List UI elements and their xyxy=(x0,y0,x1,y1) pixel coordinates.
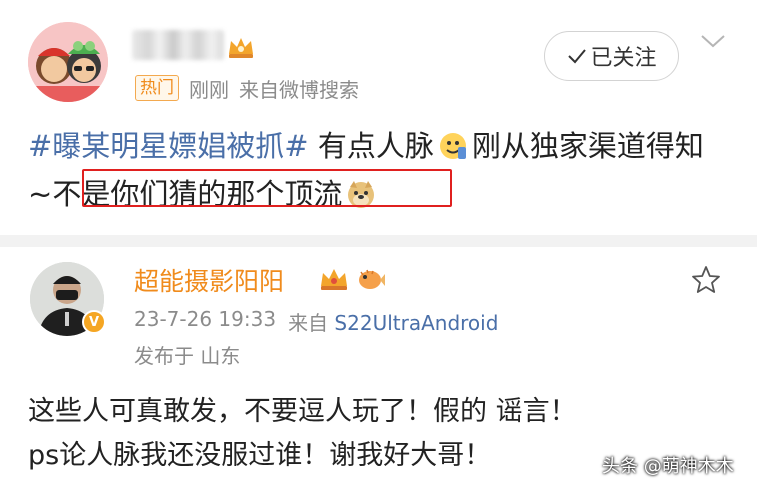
comment-source-prefix: 来自 xyxy=(288,311,329,335)
v-verified-icon: V xyxy=(82,310,106,334)
hashtag-link[interactable]: #曝某明星嫖娼被抓# xyxy=(28,129,309,163)
watermark: 头条 @萌神木木 xyxy=(602,456,734,477)
poster-avatar[interactable] xyxy=(28,22,108,102)
contact-emoji-icon xyxy=(439,133,466,159)
hot-badge: 热门 xyxy=(135,75,179,101)
comment-line-1: 这些人可真敢发，不要逗人玩了！假的 谣言！ xyxy=(28,396,577,427)
post-text-1: 有点人脉 xyxy=(308,129,434,163)
follow-label: 已关注 xyxy=(590,46,657,71)
comment-device[interactable]: S22UltraAndroid xyxy=(334,311,498,335)
blowfish-icon xyxy=(359,269,385,289)
followed-button[interactable]: 已关注 xyxy=(544,31,679,81)
comment-datetime: 23-7-26 19:33 xyxy=(134,307,277,331)
crown-icon xyxy=(229,38,253,58)
section-divider xyxy=(0,235,757,247)
post-meta: 热门 刚刚 来自微博搜索 xyxy=(135,74,359,102)
star-icon[interactable] xyxy=(690,264,722,296)
post-time: 刚刚 xyxy=(189,77,229,102)
check-icon xyxy=(568,49,587,64)
commenter-name[interactable]: 超能摄影阳阳 xyxy=(134,262,284,298)
post-source: 来自微博搜索 xyxy=(239,77,359,102)
comment-meta: 23-7-26 19:33 来自 S22UltraAndroid xyxy=(134,307,498,336)
cartoon-avatar-icon xyxy=(28,22,108,102)
highlight-box xyxy=(82,169,452,207)
crown-icon xyxy=(321,269,347,290)
blurred-username[interactable] xyxy=(132,30,224,60)
comment-location: 发布于 山东 xyxy=(134,344,241,368)
chevron-down-icon[interactable] xyxy=(700,33,726,49)
